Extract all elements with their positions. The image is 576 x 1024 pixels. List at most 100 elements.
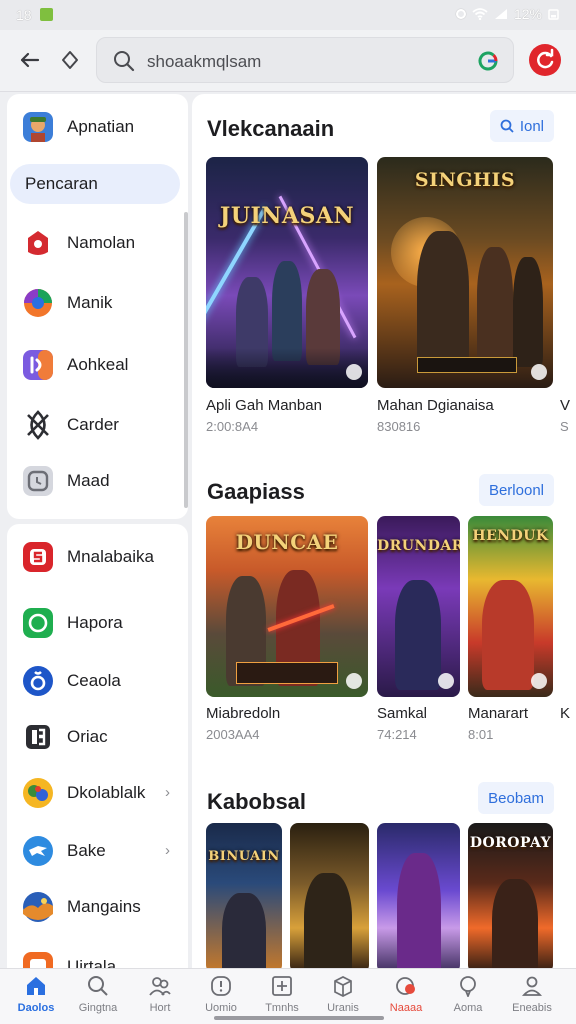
card-art-title: DUNCAE <box>235 530 339 554</box>
game-card[interactable]: BINUAIN <box>206 823 282 968</box>
game-card[interactable]: JUINASAN <box>206 157 368 388</box>
tab-search[interactable]: Gingtna <box>68 969 128 1024</box>
main-content: Vlekcanaain Ionl JUINASAN Apli Gah Manba… <box>192 94 576 968</box>
game-card[interactable] <box>377 823 460 968</box>
sidebar-item-label: Manik <box>67 293 113 312</box>
section-action-label: Ionl <box>519 118 544 135</box>
open-overlay-icon <box>531 673 547 689</box>
tab-home[interactable]: Daolos <box>6 969 66 1024</box>
character-figure <box>417 231 469 371</box>
sidebar-item-label: Mangains <box>67 897 141 916</box>
chat-icon <box>460 976 476 997</box>
character-figure <box>272 261 302 361</box>
sidebar-item-pencaran[interactable]: Pencaran <box>7 160 188 216</box>
card-art-title: BINUAIN <box>208 849 280 864</box>
address-bar[interactable]: shoaakmqlsam <box>96 37 514 83</box>
extension-button[interactable] <box>529 44 561 76</box>
sidebar-item-mnalabaika[interactable]: Mnalabaika <box>7 528 188 584</box>
reload-icon[interactable] <box>58 48 82 72</box>
section-title: Vlekcanaain <box>207 116 335 141</box>
game-card[interactable] <box>290 823 369 968</box>
tab-label: Naaaa <box>389 1002 423 1014</box>
character-figure <box>304 873 352 968</box>
colorful-game-icon <box>23 778 53 808</box>
tab-people[interactable]: Hort <box>130 969 190 1024</box>
status-right: 12% <box>455 6 560 22</box>
sidebar-item-maad[interactable]: Maad <box>7 452 188 508</box>
section-action-button[interactable]: Beobam <box>478 782 554 814</box>
card-subtitle: 8:01 <box>468 727 494 742</box>
tab-label: Aoma <box>453 1002 483 1014</box>
colorful-circle-icon <box>24 289 52 317</box>
sidebar-item-manik[interactable]: Manik <box>7 274 188 330</box>
sidebar-item-hapora[interactable]: Hapora <box>7 594 188 650</box>
character-figure <box>482 580 534 690</box>
sidebar-item-label: Apnatian <box>67 117 135 136</box>
sidebar-item-label: Dkolablalk <box>67 783 146 802</box>
sidebar-item-namolan[interactable]: Namolan <box>7 214 188 270</box>
card-title: K <box>560 705 571 722</box>
red-app-icon <box>23 228 53 258</box>
sidebar-item-label: Oriac <box>67 727 108 746</box>
character-figure <box>492 879 538 968</box>
sidebar-item-label: Hapora <box>67 613 123 632</box>
sidebar-item-mangains[interactable]: Mangains <box>7 878 188 934</box>
sidebar-item-label: Carder <box>67 415 119 434</box>
chevron-right-icon[interactable]: › <box>165 842 170 859</box>
battery-text: 12% <box>513 6 542 22</box>
sidebar-item-bake[interactable]: Bake › <box>7 822 188 878</box>
section-action-button[interactable]: Berloonl <box>478 474 554 506</box>
card-art-title: DOROPAY <box>469 835 552 851</box>
game-card[interactable]: HENDUK <box>468 516 553 697</box>
sidebar-item-aohkeal[interactable]: Aohkeal <box>7 336 188 392</box>
sidebar-item-dkolablalk[interactable]: Dkolablalk › <box>7 764 188 820</box>
back-arrow-icon[interactable] <box>16 46 44 74</box>
tab-label: Uranis <box>327 1002 359 1014</box>
sidebar-item-label: Mnalabaika <box>67 547 154 566</box>
sidebar-scrollbar[interactable] <box>184 212 188 508</box>
status-bar: 18 12% <box>0 0 576 30</box>
character-figure <box>513 257 543 367</box>
card-art-title: SINGHIS <box>414 169 516 191</box>
chevron-right-icon[interactable]: › <box>165 784 170 801</box>
search-icon <box>114 51 135 72</box>
purple-app-icon <box>23 350 53 380</box>
tab-notifications[interactable]: Naaaa <box>376 969 436 1024</box>
google-g-icon[interactable] <box>477 50 499 72</box>
open-overlay-icon <box>346 673 362 689</box>
ground-shade <box>206 348 368 388</box>
game-card[interactable]: SINGHIS <box>377 157 553 388</box>
card-subtitle: 2:00:8A4 <box>206 419 259 434</box>
open-overlay-icon <box>346 364 362 380</box>
title-plate <box>417 357 517 373</box>
game-card[interactable]: DOROPAY <box>468 823 553 968</box>
notification-icon <box>40 8 53 21</box>
gesture-home-bar[interactable] <box>214 1016 384 1020</box>
card-subtitle: S <box>560 419 569 434</box>
card-title: Mahan Dgianaisa <box>377 397 494 414</box>
card-subtitle: 830816 <box>377 419 421 434</box>
sidebar-item-apnatian[interactable]: Apnatian <box>7 98 188 154</box>
section-action-button[interactable]: Ionl <box>489 110 554 142</box>
browser-toolbar: shoaakmqlsam <box>0 30 576 92</box>
character-figure <box>395 580 441 690</box>
card-title: Apli Gah Manban <box>206 397 322 414</box>
sidebar-item-label: Aohkeal <box>67 355 129 374</box>
tab-chat[interactable]: Aoma <box>438 969 498 1024</box>
section-action-label: Beobam <box>488 790 544 807</box>
profile-icon <box>521 976 543 996</box>
sidebar-item-oriac[interactable]: Oriac <box>7 708 188 764</box>
tab-profile[interactable]: Eneabis <box>502 969 562 1024</box>
game-card[interactable]: DRUNDAR <box>377 516 460 697</box>
sidebar-item-ceaola[interactable]: Ceaola <box>7 652 188 708</box>
sidebar-item-carder[interactable]: Carder <box>7 396 188 452</box>
game-card[interactable]: DUNCAE <box>206 516 368 697</box>
card-subtitle: 74:214 <box>377 727 417 742</box>
alarm-icon <box>455 9 466 19</box>
section-action-label: Berloonl <box>488 482 544 499</box>
tab-label: Uomio <box>205 1002 237 1014</box>
battery-icon <box>548 9 559 20</box>
game-character-icon <box>23 112 53 142</box>
gray-app-icon <box>23 466 53 496</box>
signal-icon <box>494 9 507 19</box>
